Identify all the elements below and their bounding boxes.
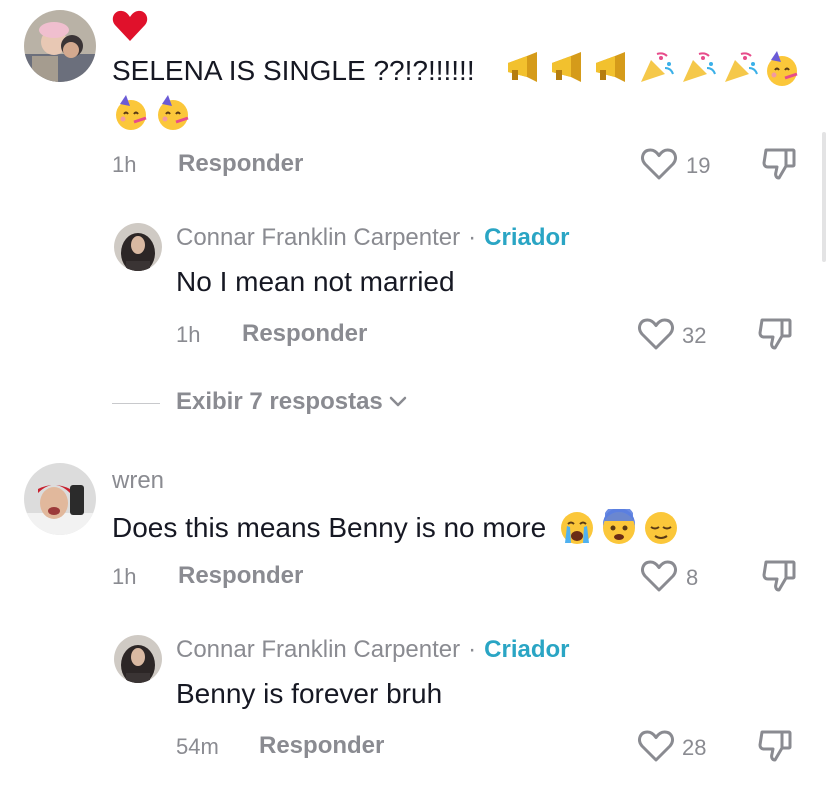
reply-username[interactable]: Connar Franklin Carpenter (176, 636, 460, 664)
emoji-row (505, 50, 801, 88)
reply-text: Benny is forever bruh (176, 678, 443, 709)
partying-face-icon (116, 95, 147, 130)
party-popper-icon (683, 52, 716, 82)
thumbs-down-icon[interactable] (758, 316, 794, 352)
thumbs-down-icon[interactable] (758, 728, 794, 764)
comment-text: SELENA IS SINGLE ??!?!!!!!! (112, 55, 475, 86)
reply-username[interactable]: Connar Franklin Carpenter (176, 224, 460, 252)
like-count: 8 (686, 565, 699, 590)
separator-dot: · (468, 224, 477, 251)
reply-time: 1h (176, 322, 201, 347)
comment-text: Does this means Benny is no more (112, 509, 680, 547)
like-count: 28 (682, 735, 707, 760)
heart-outline-icon[interactable] (640, 147, 678, 181)
creator-badge: Criador (484, 636, 570, 663)
megaphone-icon (552, 52, 581, 82)
heart-outline-icon[interactable] (637, 317, 675, 351)
avatar[interactable] (24, 463, 96, 535)
avatar[interactable] (24, 10, 96, 82)
separator-dot: · (468, 636, 477, 663)
crying-face-icon (561, 512, 594, 544)
party-popper-icon (725, 52, 758, 82)
thumbs-down-icon[interactable] (762, 146, 798, 182)
reply-text: No I mean not married (176, 266, 455, 297)
heart-outline-icon[interactable] (637, 729, 675, 763)
avatar[interactable] (114, 635, 162, 683)
thumbs-down-icon[interactable] (762, 558, 798, 594)
reply-button[interactable]: Responder (178, 562, 303, 590)
partying-face-icon (158, 95, 189, 130)
comment-username[interactable]: wren (112, 467, 164, 495)
reply-button[interactable]: Responder (259, 732, 384, 760)
divider (112, 403, 160, 404)
megaphone-icon (508, 52, 537, 82)
creator-badge: Criador (484, 224, 570, 251)
relieved-face-icon (645, 512, 678, 544)
like-count: 19 (686, 153, 711, 178)
reply-button[interactable]: Responder (242, 320, 367, 348)
like-count: 32 (682, 323, 707, 348)
comment-time: 1h (112, 152, 137, 177)
reply-button[interactable]: Responder (178, 150, 303, 178)
reply-time: 54m (176, 734, 219, 759)
red-heart-icon (112, 10, 148, 41)
party-popper-icon (641, 52, 674, 82)
heart-outline-icon[interactable] (640, 559, 678, 593)
chevron-down-icon (389, 396, 407, 407)
comment-time: 1h (112, 564, 137, 589)
megaphone-icon (596, 52, 625, 82)
fearful-face-icon (603, 509, 636, 544)
scrollbar[interactable] (822, 132, 826, 262)
view-replies-label: Exibir 7 respostas (176, 388, 383, 415)
view-replies-button[interactable]: Exibir 7 respostas (176, 388, 407, 416)
avatar[interactable] (114, 223, 162, 271)
emoji-row (112, 94, 192, 132)
partying-face-icon (767, 51, 798, 86)
